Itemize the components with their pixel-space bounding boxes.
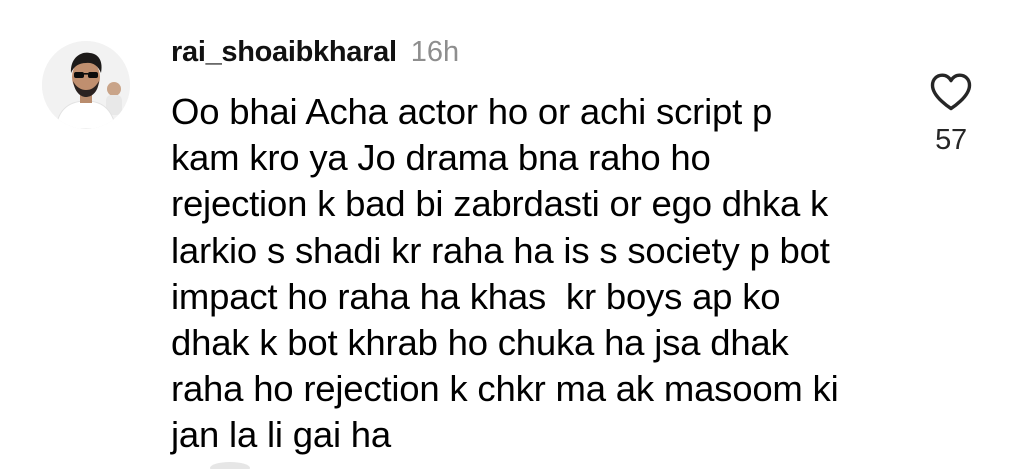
comment-text-line: dhak k bot khrab ho chuka ha jsa dhak (171, 321, 789, 363)
comment-text: Oo bhai Acha actor ho or achi script p k… (171, 89, 891, 459)
like-button[interactable] (929, 72, 973, 112)
comment-item: rai_shoaibkharal 16h Oo bhai Acha actor … (0, 0, 1024, 469)
comment-text-line: rejection k bad bi zabrdasti or ego dhka… (171, 183, 829, 225)
comment-text-line: raha ho rejection k chkr ma ak masoom ki (171, 368, 839, 410)
profile-photo (42, 41, 130, 129)
comment-text-line: larkio s shadi kr raha ha is s society p… (171, 229, 830, 271)
comment-text-line: impact ho raha ha khas kr boys ap ko (171, 275, 781, 317)
comment-text-line: kam kro ya Jo drama bna raho ho (171, 137, 711, 179)
heart-outline-icon (930, 73, 972, 111)
username-link[interactable]: rai_shoaibkharal (171, 36, 397, 69)
like-count[interactable]: 57 (920, 124, 982, 157)
next-comment-avatar-edge (210, 462, 250, 469)
comment-meta: rai_shoaibkharal 16h (171, 36, 891, 76)
like-section: 57 (920, 72, 982, 157)
comment-text-line: Oo bhai Acha actor ho or achi script p (171, 91, 773, 132)
comment-text-line: jan la li gai ha (171, 414, 392, 456)
comment-timestamp: 16h (410, 36, 460, 68)
avatar[interactable] (42, 41, 130, 129)
comment-body: rai_shoaibkharal 16h Oo bhai Acha actor … (171, 36, 891, 459)
